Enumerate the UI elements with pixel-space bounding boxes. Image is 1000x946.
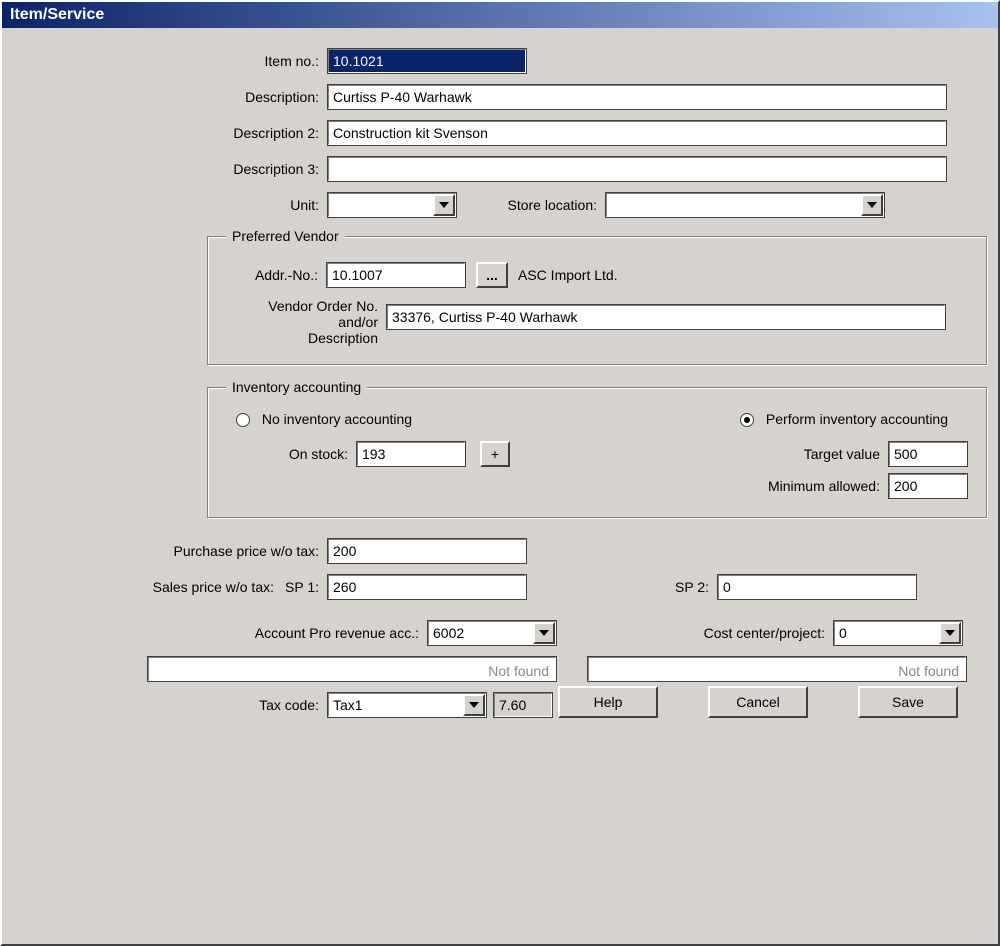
preferred-vendor-legend: Preferred Vendor — [226, 228, 345, 244]
addr-no-input[interactable] — [326, 262, 466, 288]
item-no-label: Item no.: — [27, 53, 327, 69]
sp2-input[interactable] — [717, 574, 917, 600]
cost-center-not-found: Not found — [587, 656, 967, 682]
save-button[interactable]: Save — [858, 686, 958, 718]
purchase-price-label: Purchase price w/o tax: — [27, 543, 327, 559]
no-inventory-label: No inventory accounting — [262, 411, 412, 427]
unit-label: Unit: — [27, 197, 327, 213]
radio-on-icon — [740, 413, 754, 427]
vendor-name-text: ASC Import Ltd. — [518, 267, 618, 283]
cancel-button[interactable]: Cancel — [708, 686, 808, 718]
revenue-acc-dropdown-btn[interactable] — [533, 622, 555, 644]
chevron-down-icon — [469, 702, 479, 708]
on-stock-input[interactable] — [356, 441, 466, 467]
radio-off-icon — [236, 413, 250, 427]
inventory-accounting-group: Inventory accounting No inventory accoun… — [207, 379, 987, 518]
minimum-allowed-input[interactable] — [888, 473, 968, 499]
tax-rate-display — [493, 692, 553, 718]
tax-code-label: Tax code: — [27, 697, 327, 713]
content-area: Item no.: Description: Description 2: De… — [2, 28, 998, 748]
on-stock-plus-button[interactable]: + — [480, 441, 510, 467]
perform-inventory-label: Perform inventory accounting — [766, 411, 948, 427]
chevron-down-icon — [945, 630, 955, 636]
store-location-select[interactable] — [605, 192, 885, 218]
inventory-legend: Inventory accounting — [226, 379, 367, 395]
description3-input[interactable] — [327, 156, 947, 182]
vendor-order-label2: Description — [226, 330, 378, 346]
revenue-not-found: Not found — [147, 656, 557, 682]
sales-price-label: Sales price w/o tax: — [27, 579, 282, 595]
target-value-label: Target value — [728, 446, 888, 462]
purchase-price-input[interactable] — [327, 538, 527, 564]
description3-label: Description 3: — [27, 161, 327, 177]
description-label: Description: — [27, 89, 327, 105]
window-title: Item/Service — [2, 2, 998, 28]
chevron-down-icon — [867, 202, 877, 208]
addr-no-label: Addr.-No.: — [226, 267, 326, 283]
unit-dropdown-btn[interactable] — [433, 194, 455, 216]
item-service-window: Item/Service Item no.: Description: Desc… — [0, 0, 1000, 946]
target-value-input[interactable] — [888, 441, 968, 467]
preferred-vendor-group: Preferred Vendor Addr.-No.: ... ASC Impo… — [207, 228, 987, 365]
on-stock-label: On stock: — [226, 446, 356, 462]
tax-code-dropdown-btn[interactable] — [463, 694, 485, 716]
minimum-allowed-label: Minimum allowed: — [728, 478, 888, 494]
store-location-label: Store location: — [455, 197, 605, 213]
item-no-input[interactable] — [327, 48, 527, 74]
cost-center-dropdown-btn[interactable] — [939, 622, 961, 644]
store-location-dropdown-btn[interactable] — [861, 194, 883, 216]
sp1-input[interactable] — [327, 574, 527, 600]
chevron-down-icon — [539, 630, 549, 636]
vendor-lookup-button[interactable]: ... — [476, 262, 508, 288]
vendor-order-label1: Vendor Order No. and/or — [226, 298, 378, 330]
description2-input[interactable] — [327, 120, 947, 146]
description2-label: Description 2: — [27, 125, 327, 141]
chevron-down-icon — [439, 202, 449, 208]
cost-center-label: Cost center/project: — [555, 625, 833, 641]
revenue-acc-label: Account Pro revenue acc.: — [27, 625, 427, 641]
no-inventory-radio[interactable]: No inventory accounting — [236, 411, 412, 427]
sp2-label: SP 2: — [527, 579, 717, 595]
vendor-order-input[interactable] — [386, 304, 946, 330]
help-button[interactable]: Help — [558, 686, 658, 718]
perform-inventory-radio[interactable]: Perform inventory accounting — [740, 411, 948, 427]
sp1-label: SP 1: — [282, 579, 327, 595]
description-input[interactable] — [327, 84, 947, 110]
